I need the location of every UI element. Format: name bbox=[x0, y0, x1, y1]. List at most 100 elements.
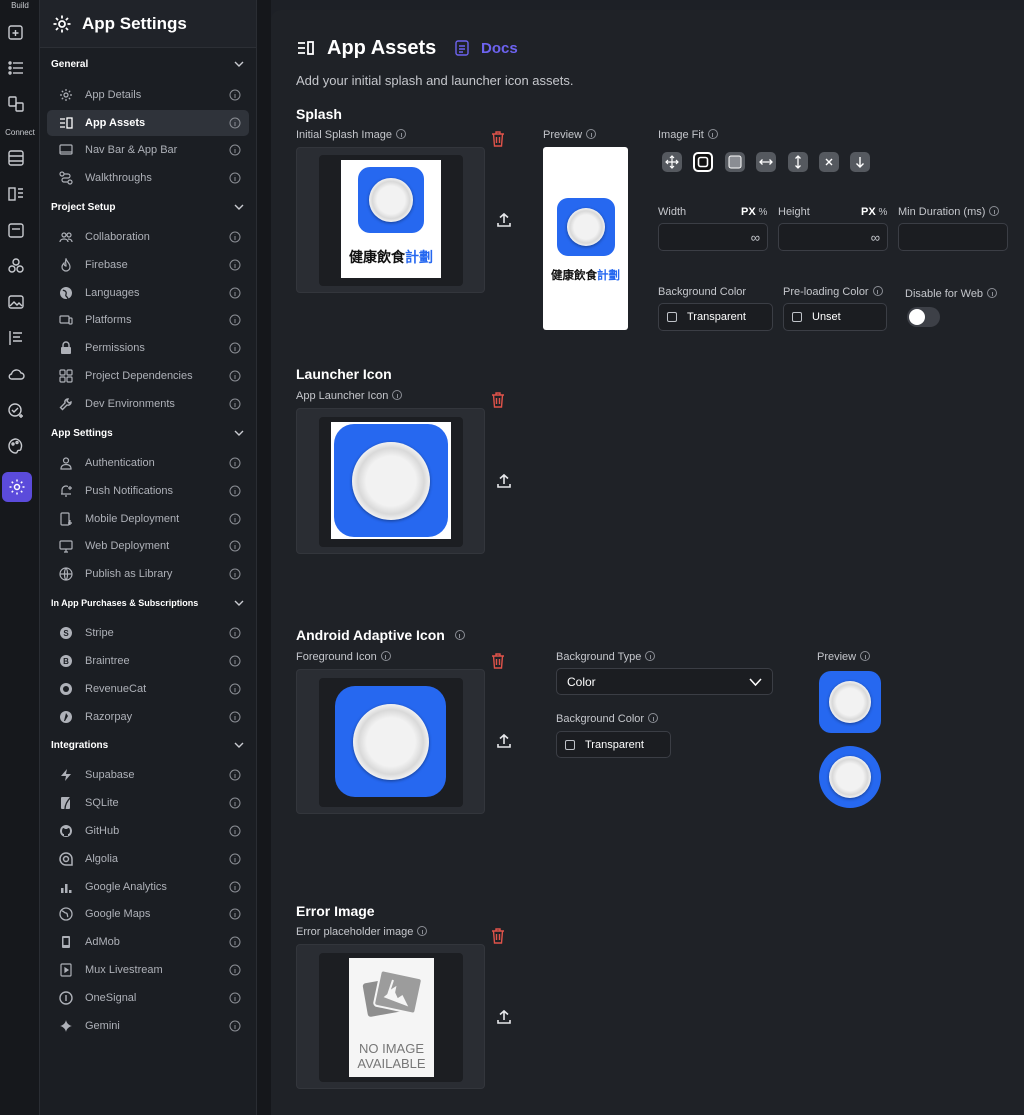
files-icon[interactable] bbox=[4, 218, 28, 242]
braintree-icon: B bbox=[59, 654, 73, 668]
splash-image: 健康飲食計劃 bbox=[341, 160, 441, 278]
fit-height-button[interactable] bbox=[788, 152, 808, 172]
sidebar-item-admob[interactable]: AdMob bbox=[47, 929, 249, 955]
splash-image-dropzone[interactable]: 健康飲食計劃 bbox=[296, 147, 485, 293]
upload-icon[interactable] bbox=[496, 473, 512, 489]
group-general[interactable]: General bbox=[40, 52, 257, 76]
info-icon bbox=[229, 769, 241, 781]
splash-caption-accent: 計劃 bbox=[597, 268, 620, 282]
theme-icon[interactable] bbox=[4, 434, 28, 458]
delete-icon[interactable] bbox=[491, 928, 505, 944]
sidebar-item-razorpay[interactable]: Razorpay bbox=[47, 704, 249, 730]
fit-none-button[interactable] bbox=[819, 152, 839, 172]
unit-percent[interactable]: % bbox=[878, 207, 887, 218]
sidebar-item-google-maps[interactable]: Google Maps bbox=[47, 901, 249, 927]
min-duration-input[interactable] bbox=[898, 223, 1008, 251]
sidebar-item-stripe[interactable]: S Stripe bbox=[47, 620, 249, 646]
color-swatch-checkbox[interactable] bbox=[792, 312, 802, 322]
sidebar-item-algolia[interactable]: Algolia bbox=[47, 846, 249, 872]
preloading-color-picker[interactable]: Unset bbox=[783, 303, 887, 331]
sidebar-item-google-analytics[interactable]: Google Analytics bbox=[47, 874, 249, 900]
background-color-picker[interactable]: Transparent bbox=[658, 303, 773, 331]
fit-fill-button[interactable] bbox=[662, 152, 682, 172]
widget-tree-icon[interactable] bbox=[4, 56, 28, 80]
fit-scale-down-button[interactable] bbox=[850, 152, 870, 172]
group-app-settings[interactable]: App Settings bbox=[40, 421, 257, 445]
splash-caption-main: 健康飲食 bbox=[349, 250, 405, 266]
components-icon[interactable] bbox=[4, 254, 28, 278]
upload-icon[interactable] bbox=[496, 1009, 512, 1025]
upload-icon[interactable] bbox=[496, 733, 512, 749]
sidebar-item-walkthroughs[interactable]: Walkthroughs bbox=[47, 165, 249, 191]
info-icon bbox=[380, 651, 391, 662]
razorpay-icon bbox=[59, 710, 73, 724]
launcher-image-dropzone[interactable] bbox=[296, 408, 485, 554]
sidebar-item-dev-environments[interactable]: Dev Environments bbox=[47, 391, 249, 417]
fit-contain-button[interactable] bbox=[693, 152, 713, 172]
unit-px[interactable]: PX bbox=[741, 206, 756, 218]
sidebar-item-revenuecat[interactable]: RevenueCat bbox=[47, 676, 249, 702]
sidebar-item-label: App Details bbox=[85, 89, 142, 101]
upload-icon[interactable] bbox=[496, 212, 512, 228]
sidebar-item-onesignal[interactable]: OneSignal bbox=[47, 985, 249, 1011]
adaptive-bg-color-picker[interactable]: Transparent bbox=[556, 731, 671, 758]
sidebar-item-push-notifications[interactable]: Push Notifications bbox=[47, 478, 249, 504]
width-input[interactable]: ∞ bbox=[658, 223, 768, 251]
sidebar-item-supabase[interactable]: Supabase bbox=[47, 762, 249, 788]
cloud-functions-icon[interactable] bbox=[4, 362, 28, 386]
launcher-image bbox=[331, 422, 451, 539]
color-swatch-checkbox[interactable] bbox=[667, 312, 677, 322]
sidebar-item-authentication[interactable]: Authentication bbox=[47, 450, 249, 476]
storyboard-icon[interactable] bbox=[4, 92, 28, 116]
media-assets-icon[interactable] bbox=[4, 290, 28, 314]
group-integrations[interactable]: Integrations bbox=[40, 733, 257, 757]
sidebar-item-web-deployment[interactable]: Web Deployment bbox=[47, 533, 249, 559]
docs-icon[interactable] bbox=[455, 40, 469, 56]
disable-web-toggle[interactable] bbox=[907, 307, 940, 327]
unit-px[interactable]: PX bbox=[861, 206, 876, 218]
fit-width-button[interactable] bbox=[756, 152, 776, 172]
panel-divider[interactable] bbox=[257, 0, 271, 1115]
sidebar-item-publish-library[interactable]: Publish as Library bbox=[47, 561, 249, 587]
sidebar-item-firebase[interactable]: Firebase bbox=[47, 252, 249, 278]
sidebar-item-gemini[interactable]: Gemini bbox=[47, 1013, 249, 1039]
add-page-icon[interactable] bbox=[4, 20, 28, 44]
toggle-knob bbox=[909, 309, 925, 325]
info-icon bbox=[229, 992, 241, 1004]
fit-cover-button[interactable] bbox=[725, 152, 745, 172]
error-image-dropzone[interactable]: NO IMAGE AVAILABLE bbox=[296, 944, 485, 1089]
sidebar-item-mux[interactable]: Mux Livestream bbox=[47, 957, 249, 983]
logs-icon[interactable] bbox=[4, 326, 28, 350]
sidebar-item-platforms[interactable]: Platforms bbox=[47, 307, 249, 333]
settings-gear-icon[interactable] bbox=[2, 472, 32, 502]
height-input[interactable]: ∞ bbox=[778, 223, 888, 251]
group-in-app-purchases[interactable]: In App Purchases & Subscriptions bbox=[40, 591, 257, 615]
sidebar-item-permissions[interactable]: Permissions bbox=[47, 335, 249, 361]
background-type-select[interactable]: Color bbox=[556, 668, 773, 695]
group-project-setup[interactable]: Project Setup bbox=[40, 195, 257, 219]
flame-icon bbox=[59, 258, 73, 272]
width-unit-toggle[interactable]: PX % bbox=[741, 206, 767, 218]
sidebar-item-mobile-deployment[interactable]: Mobile Deployment bbox=[47, 506, 249, 532]
sidebar-item-collaboration[interactable]: Collaboration bbox=[47, 224, 249, 250]
delete-icon[interactable] bbox=[491, 131, 505, 147]
delete-icon[interactable] bbox=[491, 392, 505, 408]
unit-percent[interactable]: % bbox=[758, 207, 767, 218]
docs-link[interactable]: Docs bbox=[481, 40, 518, 57]
foreground-image-dropzone[interactable] bbox=[296, 669, 485, 814]
sidebar-item-project-dependencies[interactable]: Project Dependencies bbox=[47, 363, 249, 389]
height-unit-toggle[interactable]: PX % bbox=[861, 206, 887, 218]
tests-icon[interactable] bbox=[4, 398, 28, 422]
database-icon[interactable] bbox=[4, 146, 28, 170]
sidebar-item-sqlite[interactable]: SQLite bbox=[47, 790, 249, 816]
delete-icon[interactable] bbox=[491, 653, 505, 669]
sidebar-item-app-details[interactable]: App Details bbox=[47, 82, 249, 108]
sidebar-item-braintree[interactable]: B Braintree bbox=[47, 648, 249, 674]
api-calls-icon[interactable] bbox=[4, 182, 28, 206]
sidebar-item-github[interactable]: GitHub bbox=[47, 818, 249, 844]
color-swatch-checkbox[interactable] bbox=[565, 739, 575, 750]
sidebar-item-nav-bar[interactable]: Nav Bar & App Bar bbox=[47, 137, 249, 163]
height-value: ∞ bbox=[870, 230, 880, 245]
sidebar-item-languages[interactable]: Languages bbox=[47, 280, 249, 306]
sidebar-item-app-assets[interactable]: App Assets bbox=[47, 110, 249, 136]
